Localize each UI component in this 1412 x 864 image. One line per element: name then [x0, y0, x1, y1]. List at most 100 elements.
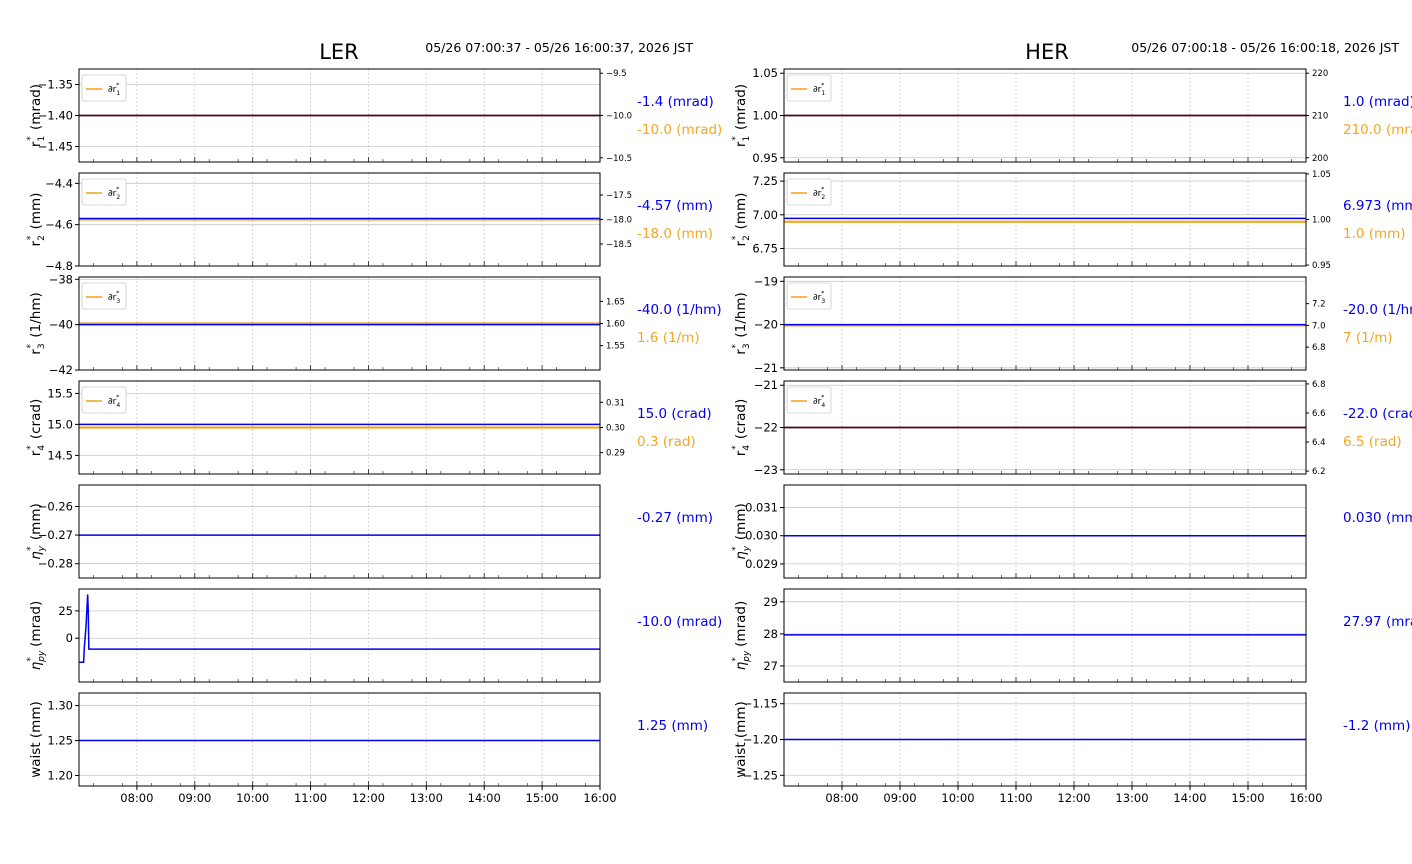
y-tick-label: 0.029	[745, 557, 778, 571]
y-axis-label-sub: 1	[742, 136, 752, 142]
y-axis-label-unit: (mrad)	[28, 84, 44, 134]
x-tick-label: 12:00	[1057, 791, 1090, 805]
y-tick-label: 7.25	[752, 174, 778, 188]
y-axis-label: r3* (1/hm)	[731, 292, 752, 354]
y-tick-label: −21	[754, 361, 778, 375]
y-tick-label: 7.00	[752, 208, 778, 222]
y-tick-label: 28	[763, 627, 778, 641]
y-tick-label: 25	[58, 604, 73, 618]
y-axis-label: r1* (mrad)	[731, 84, 752, 147]
y2-tick-label: 0.29	[606, 449, 625, 459]
y-axis-label-unit: (mrad)	[733, 84, 749, 134]
y-axis-label: r3* (1/hm)	[26, 292, 47, 354]
y-axis-label-unit: (1/hm)	[733, 292, 749, 342]
value-readout-main: -10.0 (mrad)	[637, 614, 722, 630]
x-tick-label: 16:00	[1289, 791, 1322, 805]
value-readout-secondary: 6.5 (rad)	[1343, 434, 1402, 450]
legend-label: ∂r3*	[108, 290, 120, 305]
y-axis-label-unit: (mm)	[28, 701, 44, 742]
plot-frame	[783, 172, 1307, 267]
legend-label: ∂r1*	[813, 82, 825, 97]
y-tick-label: −4.4	[45, 176, 73, 190]
value-readout-secondary: 1.0 (mm)	[1343, 226, 1406, 242]
panel-1: −1.35−1.40−1.45−9.5−10.0−10.5∂r1*r1* (mr…	[26, 68, 722, 164]
legend: ∂r1*	[786, 74, 832, 102]
beam-monitor-figure: LER 05/26 07:00:37 - 05/26 16:00:37, 2026…	[26, 40, 1412, 805]
value-readout-secondary: 1.6 (1/m)	[637, 330, 700, 346]
y-tick-label: 1.20	[47, 769, 73, 783]
panel-5: −0.26−0.27−0.28ηy* (mm) -0.27 (mm)	[26, 484, 713, 579]
legend-box	[81, 178, 127, 206]
value-readout-secondary: 0.3 (rad)	[637, 434, 696, 450]
y-axis-label-star: *	[26, 546, 36, 551]
y2-tick-label: 6.8	[1312, 380, 1326, 390]
y2-tick-label: 6.8	[1312, 343, 1326, 353]
panel-2: −4.4 −4.6 −4.8 −17.5 −18.0 −18.5 ∂r2* r2* (mm) -…	[26, 172, 713, 273]
y-axis-label: ηpy* (mrad)	[731, 601, 752, 670]
legend: ∂r3*	[81, 282, 127, 310]
legend-label: ∂r3*	[813, 290, 825, 305]
value-readout-main: -40.0 (1/hm)	[637, 302, 722, 318]
plot-frame	[783, 276, 1307, 371]
value-readout-main: 15.0 (crad)	[637, 406, 712, 422]
legend: ∂r4*	[786, 386, 832, 414]
y-tick-label: −21	[754, 378, 778, 392]
y2-tick-label: 0.30	[606, 424, 625, 434]
y-tick-label: −22	[754, 421, 778, 435]
y-axis-label-unit: (mrad)	[733, 601, 749, 651]
x-tick-label: 09:00	[883, 791, 916, 805]
x-tick-label: 13:00	[1115, 791, 1148, 805]
legend-label-star: *	[116, 394, 119, 401]
y-tick-label: 1.30	[47, 699, 73, 713]
y-axis-label-sub: 2	[742, 235, 752, 241]
x-tick-label: 08:00	[120, 791, 153, 805]
y-tick-label: −38	[49, 272, 73, 286]
value-readout-secondary: -10.0 (mrad)	[637, 122, 722, 138]
panel-1: 1.05 1.00 0.95 220 210 200 ∂r1* r1* (mrad) 1.0 (…	[731, 66, 1412, 165]
panel-3: −19 −20 −21 7.2 7.0 6.8 ∂r3* r3* (1/hm) -20.0 (1…	[731, 274, 1412, 375]
legend-label: ∂r4*	[108, 394, 120, 409]
y-axis-label-sub: 1	[37, 136, 47, 142]
y-tick-label: 6.75	[752, 241, 778, 255]
legend-box	[786, 74, 832, 102]
time-range-label: 05/26 07:00:37 - 05/26 16:00:37, 2026 JS…	[425, 40, 693, 55]
y-axis-label-sub: 4	[37, 445, 47, 451]
value-readout-secondary: 210.0 (mrad)	[1343, 122, 1412, 138]
y-tick-label: 0.95	[752, 151, 778, 165]
legend-box	[81, 282, 127, 310]
y2-tick-label: 1.05	[1312, 170, 1331, 180]
value-readout-main: 0.030 (mm)	[1343, 510, 1412, 526]
y-axis-label-star: *	[731, 235, 741, 240]
chart-her: HER 05/26 07:00:18 - 05/26 16:00:18, 2026…	[731, 40, 1412, 805]
y-axis-label-star: *	[26, 235, 36, 240]
legend-box	[786, 282, 832, 310]
legend-label: ∂r1*	[108, 82, 120, 97]
x-tick-label: 09:00	[178, 791, 211, 805]
y-axis-label-star: *	[731, 546, 741, 551]
y-axis-label-sub: y	[37, 545, 47, 552]
legend-label-sub: 3	[821, 298, 825, 305]
legend-label: ∂r4*	[813, 394, 825, 409]
y-tick-label: −40	[49, 318, 73, 332]
y-tick-label: −20	[754, 318, 778, 332]
y-axis-label-sub: 4	[742, 445, 752, 451]
value-readout-main: -1.4 (mrad)	[637, 94, 714, 110]
y-axis-label-unit: (mm)	[733, 701, 749, 742]
y-tick-label: −19	[754, 274, 778, 288]
legend-label-sub: 1	[821, 90, 825, 97]
y2-tick-label: −18.5	[606, 240, 632, 250]
value-readout-main: -1.2 (mm)	[1343, 718, 1410, 734]
y-axis-label-unit: (mrad)	[28, 601, 44, 651]
x-tick-label: 11:00	[294, 791, 327, 805]
y-tick-label: −4.6	[45, 218, 73, 232]
legend: ∂r2*	[81, 178, 127, 206]
y2-tick-label: 200	[1312, 154, 1328, 164]
y-axis-label-star: *	[731, 136, 741, 141]
legend-label-sub: 2	[116, 194, 120, 201]
y2-tick-label: −9.5	[606, 69, 627, 79]
y2-tick-label: −10.0	[606, 112, 632, 122]
y2-tick-label: 0.31	[606, 398, 625, 408]
value-readout-main: 1.25 (mm)	[637, 718, 708, 734]
panel-4: −21 −22 −23 6.8 6.6 6.4 6.2 ∂r4* r4* (crad) -22.0…	[731, 378, 1412, 477]
y-axis-label: r4* (crad)	[26, 399, 47, 456]
